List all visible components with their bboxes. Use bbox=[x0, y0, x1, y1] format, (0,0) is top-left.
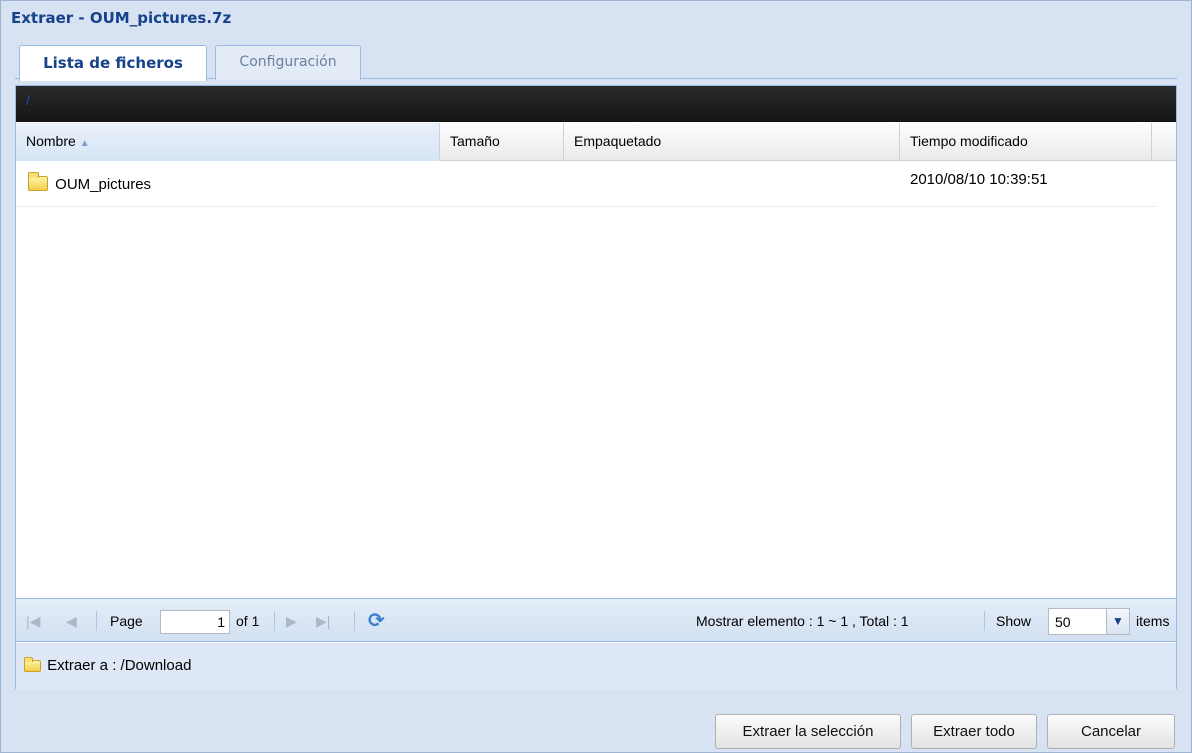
page-number-input[interactable] bbox=[160, 610, 230, 634]
items-label: items bbox=[1136, 613, 1170, 629]
prev-page-icon[interactable]: ◀ bbox=[66, 599, 77, 643]
item-summary: Mostrar elemento : 1 ~ 1 , Total : 1 bbox=[696, 613, 909, 629]
folder-icon bbox=[24, 657, 41, 672]
show-label: Show bbox=[996, 613, 1032, 629]
page-label: Page bbox=[110, 613, 143, 629]
grid-header: Nombre ▲ Tamaño Empaquetado Tiempo modifi… bbox=[16, 123, 1176, 161]
toolbar-separator bbox=[354, 611, 355, 631]
column-header-name-label: Nombre bbox=[26, 133, 76, 149]
cancel-button[interactable]: Cancelar bbox=[1047, 714, 1175, 749]
extract-dialog: Extraer - OUM_pictures.7z Lista de fiche… bbox=[0, 0, 1192, 753]
row-name: OUM_pictures bbox=[55, 176, 152, 193]
toolbar-separator bbox=[96, 611, 97, 631]
extract-selection-button[interactable]: Extraer la selección bbox=[715, 714, 901, 749]
table-row[interactable]: OUM_pictures 2010/08/10 10:39:51 bbox=[16, 162, 1156, 207]
toolbar-separator bbox=[274, 611, 275, 631]
folder-icon bbox=[28, 172, 48, 191]
column-header-menu[interactable] bbox=[1152, 123, 1177, 161]
toolbar-separator bbox=[984, 611, 985, 631]
file-list-panel: / Nombre ▲ Tamaño Empaquetado Tiempo modi… bbox=[15, 85, 1177, 689]
sort-ascending-icon: ▲ bbox=[79, 138, 90, 149]
page-count: of 1 bbox=[236, 613, 260, 629]
row-modified: 2010/08/10 10:39:51 bbox=[910, 171, 1048, 188]
next-page-icon[interactable]: ▶ bbox=[286, 599, 297, 643]
column-header-modified[interactable]: Tiempo modificado bbox=[900, 123, 1152, 161]
chevron-down-icon[interactable]: ▼ bbox=[1106, 608, 1130, 635]
column-header-packed[interactable]: Empaquetado bbox=[564, 123, 900, 161]
pagination-toolbar: |◀ ◀ Page of 1 ▶ ▶| ⟳ Mostrar elemento :… bbox=[16, 598, 1176, 642]
row-name-cell: OUM_pictures bbox=[28, 172, 152, 193]
dialog-title: Extraer - OUM_pictures.7z bbox=[11, 9, 232, 27]
column-header-size[interactable]: Tamaño bbox=[440, 123, 564, 161]
extract-destination-label: Extraer a : /Download bbox=[47, 657, 192, 674]
tab-strip: Lista de ficheros Configuración bbox=[15, 41, 1177, 81]
extract-all-button[interactable]: Extraer todo bbox=[911, 714, 1037, 749]
tab-settings[interactable]: Configuración bbox=[215, 45, 361, 80]
first-page-icon[interactable]: |◀ bbox=[26, 599, 40, 643]
tab-file-list[interactable]: Lista de ficheros bbox=[19, 45, 207, 81]
path-bar: / bbox=[16, 86, 1176, 122]
refresh-icon[interactable]: ⟳ bbox=[368, 599, 385, 643]
last-page-icon[interactable]: ▶| bbox=[316, 599, 330, 643]
extract-destination[interactable]: Extraer a : /Download bbox=[16, 643, 1176, 689]
column-header-name[interactable]: Nombre ▲ bbox=[16, 123, 440, 161]
